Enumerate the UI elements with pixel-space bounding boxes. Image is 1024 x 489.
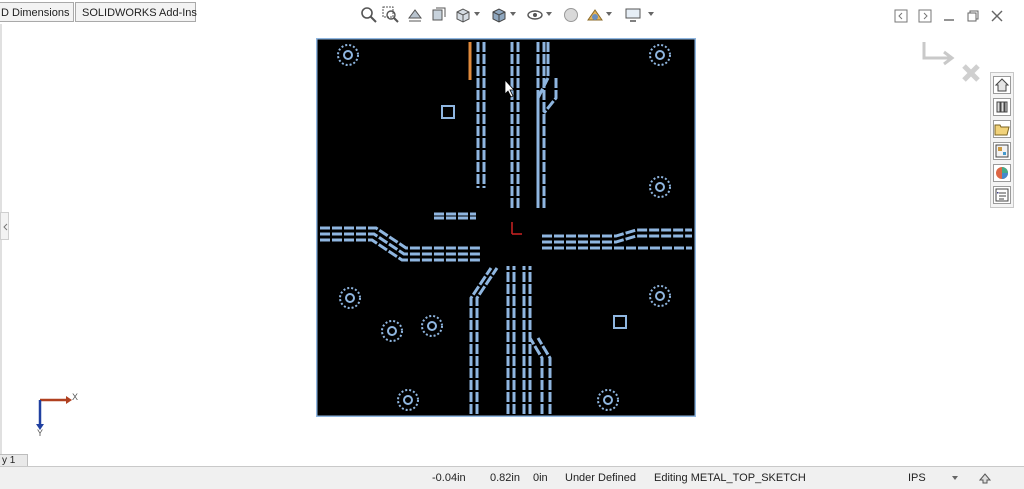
design-library-icon[interactable] xyxy=(993,98,1011,116)
chevron-down-icon[interactable] xyxy=(510,12,516,16)
chevron-up-icon[interactable] xyxy=(952,476,958,480)
chevron-down-icon[interactable] xyxy=(474,12,480,16)
task-pane-tabs xyxy=(990,72,1014,208)
status-units[interactable]: IPS xyxy=(908,472,926,484)
heads-up-view-toolbar xyxy=(356,0,666,28)
chevron-down-icon[interactable] xyxy=(648,12,654,16)
restore-icon[interactable] xyxy=(966,9,980,23)
chevron-down-icon[interactable] xyxy=(546,12,552,16)
tile-left-icon[interactable] xyxy=(894,9,908,23)
reference-triad: X Y xyxy=(34,392,84,440)
view-settings-icon[interactable] xyxy=(624,6,642,24)
collapse-panel-handle[interactable] xyxy=(0,212,9,240)
zoom-to-area-icon[interactable] xyxy=(382,6,400,24)
minimize-icon[interactable] xyxy=(942,9,956,23)
triad-y-label: Y xyxy=(37,428,44,438)
display-style-icon[interactable] xyxy=(490,6,508,24)
status-y-coordinate: 0.82in xyxy=(490,472,520,484)
file-explorer-icon[interactable] xyxy=(993,120,1011,138)
sketch-canvas[interactable] xyxy=(316,38,696,417)
hide-show-items-icon[interactable] xyxy=(526,6,544,24)
zoom-to-fit-icon[interactable] xyxy=(360,6,378,24)
cancel-sketch-icon[interactable] xyxy=(960,62,982,84)
confirmation-corner xyxy=(920,36,984,86)
previous-view-icon[interactable] xyxy=(406,6,424,24)
tile-right-icon[interactable] xyxy=(918,9,932,23)
home-icon[interactable] xyxy=(993,76,1011,94)
triad-x-label: X xyxy=(72,392,79,402)
tab-solidworks-addins[interactable]: SOLIDWORKS Add-Ins xyxy=(75,2,197,22)
appearances-icon[interactable] xyxy=(993,164,1011,182)
edit-appearance-icon[interactable] xyxy=(562,6,580,24)
close-icon[interactable] xyxy=(990,9,1004,23)
tab-dimensions[interactable]: D Dimensions xyxy=(0,2,74,22)
status-z-coordinate: 0in xyxy=(533,472,548,484)
apply-scene-icon[interactable] xyxy=(586,6,604,24)
status-bar: -0.04in 0.82in 0in Under Defined Editing… xyxy=(0,466,1024,489)
status-sketch-state: Under Defined xyxy=(565,472,636,484)
left-panel-edge xyxy=(0,24,10,454)
status-x-coordinate: -0.04in xyxy=(432,472,466,484)
section-view-icon[interactable] xyxy=(430,6,448,24)
custom-properties-icon[interactable] xyxy=(993,186,1011,204)
exit-sketch-icon[interactable] xyxy=(920,36,960,66)
customize-icon[interactable] xyxy=(978,471,992,485)
view-orientation-icon[interactable] xyxy=(454,6,472,24)
metal-top-sketch[interactable] xyxy=(316,38,696,417)
status-editing: Editing METAL_TOP_SKETCH xyxy=(654,472,806,484)
chevron-down-icon[interactable] xyxy=(606,12,612,16)
view-palette-icon[interactable] xyxy=(993,142,1011,160)
window-controls xyxy=(890,0,1024,28)
